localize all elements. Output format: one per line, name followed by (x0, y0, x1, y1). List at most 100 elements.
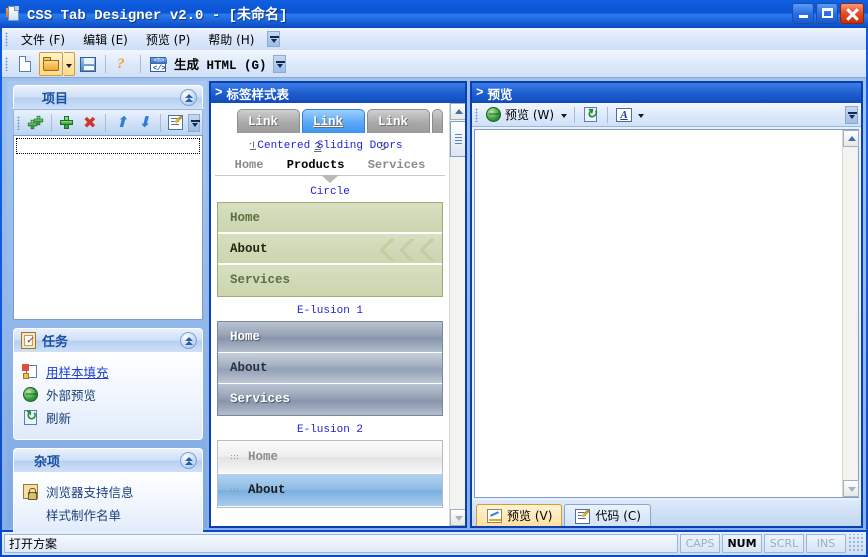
style-e-lusion-1[interactable]: E-lusion 1 Home About Services (215, 305, 445, 416)
help-button[interactable]: ? (111, 52, 135, 76)
circle-link-home[interactable]: Home (218, 203, 442, 234)
misc-section-header[interactable]: 杂项 (13, 448, 203, 472)
task-fill-with-sample[interactable]: 用样本填充 (22, 362, 198, 381)
e-lusion-2-menu: Home About (217, 440, 443, 508)
circle-chevrons-icon (376, 239, 436, 261)
generate-html-icon-button[interactable]: <h> </> (146, 52, 170, 76)
sliding-doors-tab-partial[interactable] (431, 109, 443, 133)
new-document-icon (16, 55, 34, 73)
scroll-down-icon[interactable] (843, 480, 859, 497)
add-icon[interactable] (56, 112, 79, 134)
misc-collapse-chevron-up-icon[interactable] (180, 452, 197, 469)
project-section-header[interactable]: 项目 (13, 85, 203, 109)
status-caps: CAPS (680, 534, 720, 553)
open-dropdown-chevron-down-icon[interactable] (64, 51, 75, 76)
scroll-up-icon[interactable] (450, 103, 465, 120)
el2-link-about[interactable]: About (218, 474, 442, 507)
edit-icon (574, 508, 591, 524)
project-items-list[interactable] (13, 135, 203, 320)
items-toolbar-grip[interactable] (17, 115, 20, 130)
project-icon (20, 89, 37, 106)
toolbar-drag-grip[interactable] (5, 56, 8, 71)
tab-preview[interactable]: 预览 (V) (476, 504, 563, 526)
menu-overflow-icon[interactable] (267, 31, 281, 47)
csd-link-services[interactable]: Services (368, 158, 426, 172)
move-down-icon[interactable]: ⬇ (133, 112, 156, 134)
close-button[interactable] (840, 3, 864, 24)
csd-link-products[interactable]: Products (287, 158, 345, 172)
el1-link-services[interactable]: Services (218, 384, 442, 415)
toolbar-overflow-icon[interactable] (272, 54, 286, 73)
el2-link-home[interactable]: Home (218, 441, 442, 474)
preview-dropdown-chevron-down-icon[interactable] (559, 105, 570, 125)
caption-title: 预览 (487, 86, 513, 102)
project-collapse-chevron-up-icon[interactable] (180, 89, 197, 106)
font-dropdown-chevron-down-icon[interactable] (636, 105, 647, 125)
preview-toolbar-grip[interactable] (475, 107, 478, 122)
resize-grip-icon[interactable] (848, 534, 864, 553)
preview-refresh-button[interactable] (579, 105, 603, 125)
task-refresh[interactable]: 刷新 (22, 408, 198, 427)
add-multiple-icon[interactable] (24, 112, 47, 134)
style-circle[interactable]: Circle Home About Services (215, 186, 445, 297)
scrollbar-thumb[interactable] (450, 121, 465, 157)
tab-code[interactable]: 代码 (C) (564, 504, 651, 526)
menu-bar: 文件 (F) 编辑 (E) 预览 (P) 帮助 (H) (2, 28, 866, 50)
menu-drag-grip[interactable] (5, 32, 8, 46)
preview-pane: > 预览 预览 (W) A (470, 81, 863, 528)
preview-scrollbar[interactable] (842, 130, 859, 497)
sliding-doors-tab-3[interactable]: Link 3 (366, 109, 430, 153)
tasks-section-header[interactable]: ✓ 任务 (13, 328, 203, 352)
lock-icon (22, 483, 40, 501)
project-items-toolbar: ✖ ⬆ ⬇ (13, 109, 203, 135)
scroll-up-icon[interactable] (843, 130, 859, 147)
refresh-icon (582, 106, 600, 124)
misc-style-credits[interactable]: 样式制作名单 (22, 505, 198, 524)
sliding-doors-tab-1[interactable]: Link 1 (237, 109, 300, 153)
el1-link-about[interactable]: About (218, 353, 442, 384)
open-button[interactable] (39, 51, 63, 76)
tasks-collapse-chevron-up-icon[interactable] (180, 332, 197, 349)
save-button[interactable] (76, 52, 100, 76)
menu-help[interactable]: 帮助 (H) (199, 29, 263, 50)
status-message: 打开方案 (4, 534, 678, 553)
scroll-down-icon[interactable] (450, 509, 465, 526)
move-up-icon[interactable]: ⬆ (110, 112, 133, 134)
circle-link-services[interactable]: Services (218, 265, 442, 296)
items-toolbar-overflow-icon[interactable] (187, 113, 201, 132)
task-pane: 项目 ✖ ⬆ ⬇ ✓ 任务 用样本填充 外部预览 ↻ 刷新 杂项 浏览器支持信息… (7, 81, 207, 537)
task-label: 刷新 (46, 411, 72, 426)
csd-link-home[interactable]: Home (235, 158, 264, 172)
tab-stylesheet-scrollbar[interactable] (449, 103, 465, 526)
menu-file[interactable]: 文件 (F) (12, 29, 74, 50)
misc-section-title: 杂项 (34, 455, 61, 470)
caption-title: 标签样式表 (226, 86, 290, 102)
preview-font-button[interactable]: A (612, 105, 636, 125)
generate-html-button[interactable]: 生成 HTML (G) (171, 54, 267, 73)
globe-icon (485, 106, 503, 124)
style-e-lusion-2[interactable]: E-lusion 2 Home About (215, 424, 445, 508)
new-button[interactable] (13, 52, 37, 76)
misc-browser-support-info[interactable]: 浏览器支持信息 (22, 482, 198, 501)
preview-render-area[interactable] (474, 129, 859, 498)
menu-preview[interactable]: 预览 (P) (137, 29, 199, 50)
preview-button-label: 预览 (W) (505, 108, 555, 122)
delete-icon[interactable]: ✖ (78, 112, 101, 134)
task-external-preview[interactable]: 外部预览 (22, 385, 198, 404)
preview-tabstrip: 预览 (V) 代码 (C) (472, 500, 861, 526)
circle-link-about[interactable]: About (218, 234, 442, 265)
menu-edit[interactable]: 编辑 (E) (74, 29, 137, 50)
preview-toolbar-overflow-icon[interactable] (845, 105, 858, 124)
minimize-button[interactable] (792, 3, 814, 24)
edit-icon[interactable] (165, 112, 188, 134)
sliding-doors-tab-2[interactable]: Link 2 (301, 109, 365, 153)
maximize-icon (822, 8, 833, 18)
el1-link-home[interactable]: Home (218, 322, 442, 353)
style-sliding-doors[interactable]: Link 1 Link 2 Link 3 (215, 109, 445, 153)
toolbar-separator (105, 54, 106, 73)
preview-button[interactable]: 预览 (W) (482, 105, 559, 125)
list-focus-row[interactable] (16, 138, 200, 154)
chart-icon (486, 508, 502, 524)
maximize-button[interactable] (816, 3, 838, 24)
project-section-title: 项目 (42, 92, 69, 107)
